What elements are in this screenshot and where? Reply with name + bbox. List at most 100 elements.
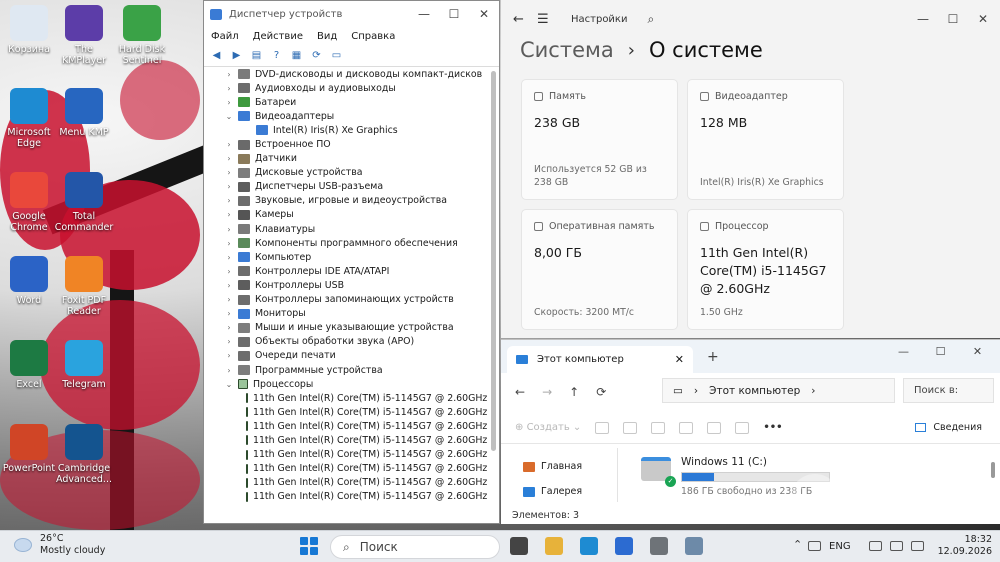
desktop-icon[interactable]: Hard Disk Sentinel bbox=[110, 5, 174, 66]
close-button[interactable]: ✕ bbox=[968, 12, 998, 26]
minimize-button[interactable]: — bbox=[885, 345, 922, 358]
device-node[interactable]: 11th Gen Intel(R) Core(TM) i5-1145G7 @ 2… bbox=[204, 462, 487, 476]
forward-arrow-icon[interactable]: ▶ bbox=[229, 49, 244, 63]
device-node[interactable]: 11th Gen Intel(R) Core(TM) i5-1145G7 @ 2… bbox=[204, 405, 487, 419]
properties-icon[interactable]: ▤ bbox=[249, 49, 264, 63]
chevron-right-icon[interactable]: › bbox=[224, 182, 234, 191]
chevron-right-icon[interactable]: › bbox=[224, 225, 234, 234]
device-node[interactable]: 11th Gen Intel(R) Core(TM) i5-1145G7 @ 2… bbox=[204, 490, 487, 504]
weather-widget[interactable]: 26°C Mostly cloudy bbox=[14, 533, 105, 557]
device-node[interactable]: Intel(R) Iris(R) Xe Graphics bbox=[204, 123, 487, 137]
help-icon[interactable]: ? bbox=[269, 49, 284, 63]
settings-window[interactable]: ← ☰ Настройки ⌕ — ☐ ✕ Система › О систем… bbox=[501, 0, 1000, 338]
breadcrumb-system[interactable]: Система bbox=[520, 38, 614, 62]
chevron-right-icon[interactable]: › bbox=[224, 140, 234, 149]
device-category[interactable]: › DVD-дисководы и дисководы компакт-диско… bbox=[204, 67, 487, 81]
menu-help[interactable]: Справка bbox=[351, 31, 395, 42]
maximize-button[interactable]: ☐ bbox=[922, 345, 959, 358]
cut-icon[interactable] bbox=[595, 421, 610, 434]
minimize-button[interactable]: — bbox=[908, 12, 938, 26]
file-explorer-icon[interactable] bbox=[545, 537, 563, 555]
delete-icon[interactable] bbox=[735, 421, 750, 434]
desktop-icon[interactable]: Cambridge Advanced... bbox=[52, 424, 116, 485]
ram-card[interactable]: Оперативная память 8,00 ГБ Скорость: 320… bbox=[521, 209, 678, 330]
device-category[interactable]: › Контроллеры IDE ATA/ATAPI bbox=[204, 264, 487, 278]
device-category[interactable]: › Камеры bbox=[204, 208, 487, 222]
device-category[interactable]: › Программные устройства bbox=[204, 363, 487, 377]
device-category[interactable]: › Диспетчеры USB-разъема bbox=[204, 180, 487, 194]
menu-file[interactable]: Файл bbox=[211, 31, 239, 42]
chevron-down-icon[interactable]: ⌄ bbox=[224, 380, 234, 389]
chevron-right-icon[interactable]: › bbox=[224, 323, 234, 332]
device-category[interactable]: › Клавиатуры bbox=[204, 222, 487, 236]
address-bar[interactable]: ▭ › Этот компьютер › bbox=[662, 378, 895, 403]
create-button[interactable]: ⊕ Создать ⌄ bbox=[515, 422, 581, 433]
chevron-right-icon[interactable]: › bbox=[224, 70, 234, 79]
battery-icon[interactable] bbox=[910, 541, 924, 551]
new-tab-button[interactable]: + bbox=[707, 349, 719, 365]
back-arrow-icon[interactable]: ← bbox=[513, 12, 537, 27]
forward-arrow-icon[interactable]: → bbox=[542, 385, 552, 399]
refresh-icon[interactable]: ⟳ bbox=[596, 385, 606, 399]
chevron-right-icon[interactable]: › bbox=[224, 84, 234, 93]
device-category[interactable]: › Батареи bbox=[204, 95, 487, 109]
device-category[interactable]: › Аудиовходы и аудиовыходы bbox=[204, 81, 487, 95]
device-category[interactable]: › Очереди печати bbox=[204, 349, 487, 363]
chevron-right-icon[interactable]: › bbox=[224, 337, 234, 346]
search-input[interactable]: Поиск в: bbox=[903, 378, 994, 403]
store-icon[interactable] bbox=[615, 537, 633, 555]
device-node[interactable]: 11th Gen Intel(R) Core(TM) i5-1145G7 @ 2… bbox=[204, 448, 487, 462]
file-explorer-window[interactable]: Этот компьютер ✕ + — ☐ ✕ ← → ↑ ⟳ ▭ › Это… bbox=[501, 339, 1000, 524]
scrollbar[interactable] bbox=[991, 462, 995, 478]
search-icon[interactable]: ⌕ bbox=[647, 12, 654, 27]
device-category[interactable]: › Звуковые, игровые и видеоустройства bbox=[204, 194, 487, 208]
device-category[interactable]: › Контроллеры USB bbox=[204, 278, 487, 292]
back-arrow-icon[interactable]: ◀ bbox=[209, 49, 224, 63]
update-driver-icon[interactable]: ⟳ bbox=[309, 49, 324, 63]
device-manager-icon[interactable] bbox=[685, 537, 703, 555]
menu-action[interactable]: Действие bbox=[253, 31, 303, 42]
device-category[interactable]: ⌄ Видеоадаптеры bbox=[204, 109, 487, 123]
close-tab-icon[interactable]: ✕ bbox=[675, 353, 684, 366]
volume-icon[interactable] bbox=[889, 541, 903, 551]
close-button[interactable]: ✕ bbox=[469, 7, 499, 21]
device-category[interactable]: › Датчики bbox=[204, 152, 487, 166]
desktop-icon[interactable]: Total Commander bbox=[52, 172, 116, 233]
grid-icon[interactable]: ▦ bbox=[289, 49, 304, 63]
copy-icon[interactable] bbox=[623, 421, 638, 434]
wifi-icon[interactable] bbox=[868, 541, 882, 551]
device-category[interactable]: › Компьютер bbox=[204, 250, 487, 264]
chevron-right-icon[interactable]: › bbox=[224, 366, 234, 375]
device-node[interactable]: 11th Gen Intel(R) Core(TM) i5-1145G7 @ 2… bbox=[204, 391, 487, 405]
battery-saver-icon[interactable] bbox=[808, 541, 822, 551]
tab-this-pc[interactable]: Этот компьютер ✕ bbox=[507, 346, 693, 373]
device-category[interactable]: ⌄ Процессоры bbox=[204, 377, 487, 391]
chevron-right-icon[interactable]: › bbox=[224, 351, 234, 360]
device-category[interactable]: › Встроенное ПО bbox=[204, 137, 487, 151]
device-category[interactable]: › Объекты обработки звука (APO) bbox=[204, 335, 487, 349]
chevron-up-icon[interactable]: ⌃ bbox=[793, 538, 802, 551]
device-manager-window[interactable]: Диспетчер устройств — ☐ ✕ Файл Действие … bbox=[203, 0, 500, 524]
chevron-right-icon[interactable]: › bbox=[224, 98, 234, 107]
minimize-button[interactable]: — bbox=[409, 7, 439, 21]
device-tree[interactable]: › DVD-дисководы и дисководы компакт-диско… bbox=[204, 67, 487, 507]
device-category[interactable]: › Контроллеры запоминающих устройств bbox=[204, 293, 487, 307]
storage-card[interactable]: Память 238 GB Используется 52 GB из 238 … bbox=[521, 79, 678, 200]
chevron-right-icon[interactable]: › bbox=[224, 295, 234, 304]
chevron-right-icon[interactable]: › bbox=[224, 267, 234, 276]
chevron-right-icon[interactable]: › bbox=[224, 154, 234, 163]
device-category[interactable]: › Компоненты программного обеспечения bbox=[204, 236, 487, 250]
device-node[interactable]: 11th Gen Intel(R) Core(TM) i5-1145G7 @ 2… bbox=[204, 433, 487, 447]
gpu-card[interactable]: Видеоадаптер 128 MB Intel(R) Iris(R) Xe … bbox=[687, 79, 844, 200]
chevron-right-icon[interactable]: › bbox=[224, 239, 234, 248]
chevron-right-icon[interactable]: › bbox=[224, 210, 234, 219]
device-node[interactable]: 11th Gen Intel(R) Core(TM) i5-1145G7 @ 2… bbox=[204, 419, 487, 433]
hamburger-menu-icon[interactable]: ☰ bbox=[537, 12, 561, 27]
desktop-icon[interactable]: Telegram bbox=[52, 340, 116, 390]
chevron-right-icon[interactable]: › bbox=[224, 196, 234, 205]
settings-gear-icon[interactable] bbox=[650, 537, 668, 555]
share-icon[interactable] bbox=[707, 421, 722, 434]
menu-view[interactable]: Вид bbox=[317, 31, 337, 42]
up-arrow-icon[interactable]: ↑ bbox=[569, 385, 579, 399]
taskbar-search[interactable]: ⌕ Поиск bbox=[330, 535, 500, 559]
